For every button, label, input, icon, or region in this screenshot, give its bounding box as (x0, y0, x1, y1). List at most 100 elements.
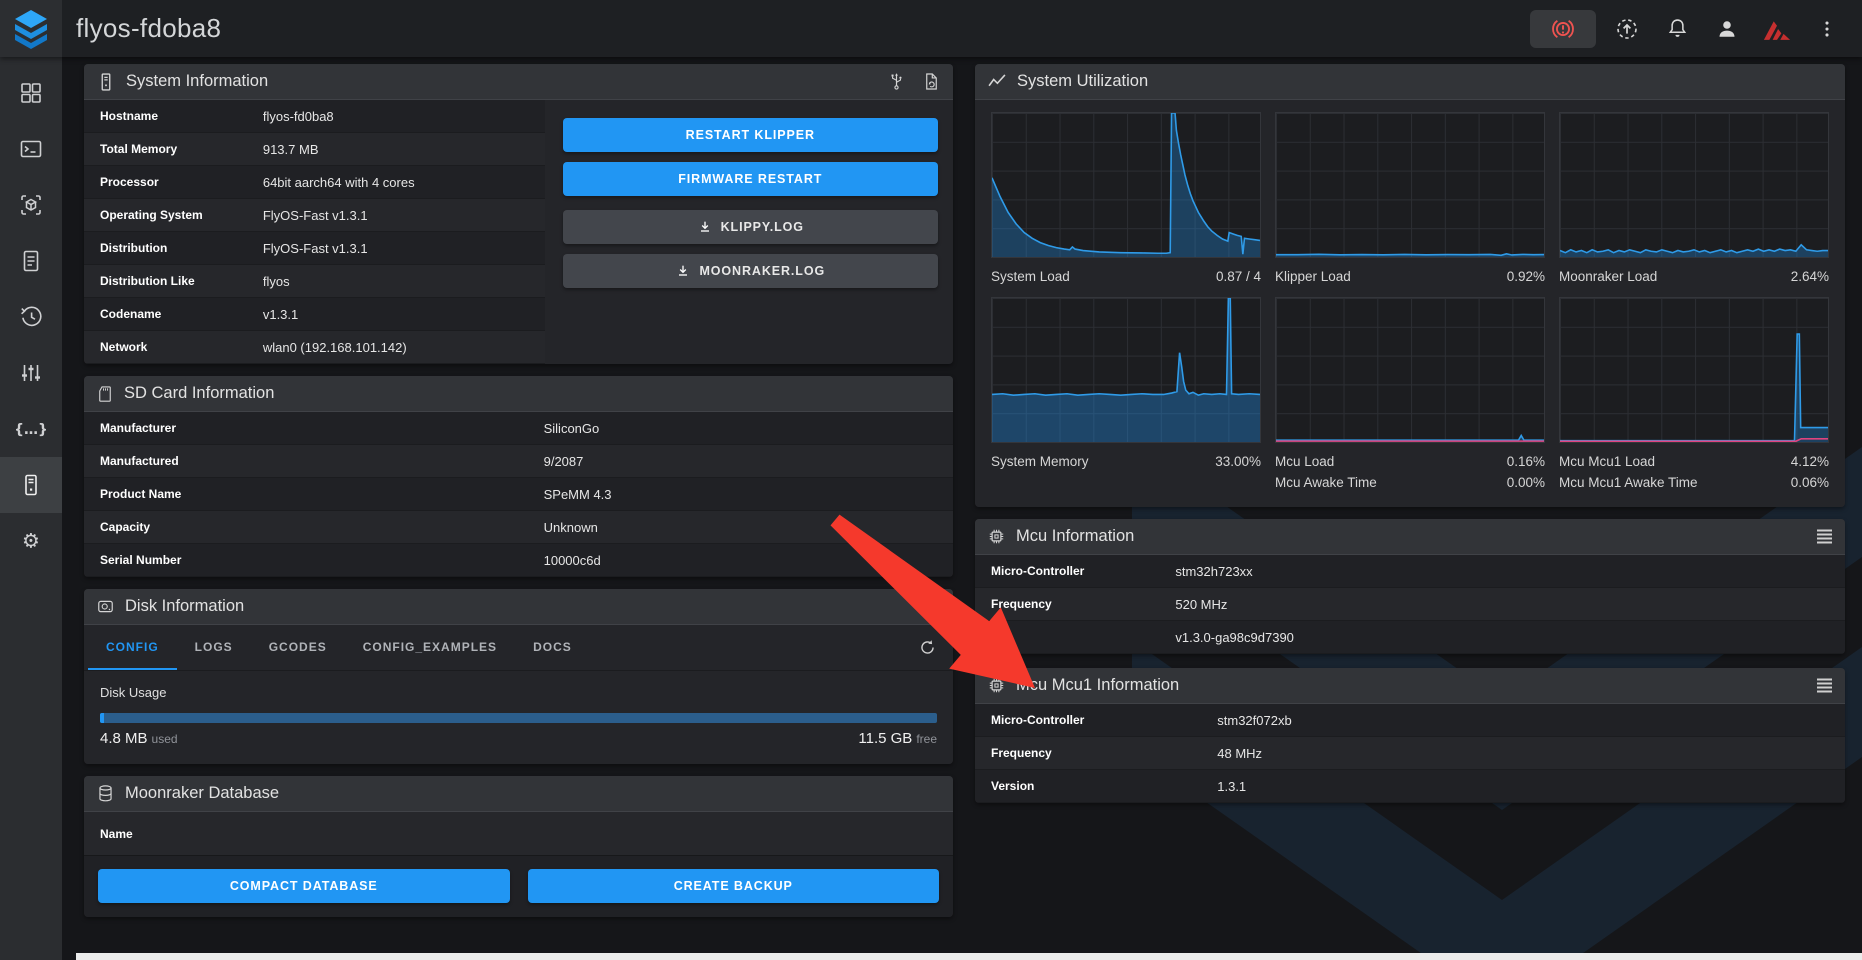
fly-logo[interactable] (0, 0, 62, 57)
table-row: Codenamev1.3.1 (84, 298, 545, 331)
console-icon (19, 137, 43, 161)
table-row: Micro-Controllerstm32h723xx (975, 555, 1845, 588)
disk-usage-values: 4.8 MBused 11.5 GBfree (100, 730, 937, 748)
topbar-actions (1530, 10, 1862, 48)
firmware-restart-button[interactable]: FIRMWARE RESTART (563, 162, 938, 196)
mcu-information-table: Micro-Controllerstm32h723xx Frequency520… (975, 555, 1845, 654)
system-information-body: Hostnameflyos-fd0ba8 Total Memory913.7 M… (84, 100, 953, 364)
refresh-button[interactable] (909, 630, 945, 666)
chart-mcu: Mcu Load0.16% Mcu Awake Time0.00% (1275, 297, 1545, 493)
sidebar-item-config-editor[interactable]: {…} (0, 401, 62, 457)
tab-config-examples[interactable]: CONFIG_EXAMPLES (345, 625, 515, 670)
sidebar-item-machine[interactable] (0, 457, 62, 513)
chart-mcu-mcu1: Mcu Mcu1 Load4.12% Mcu Mcu1 Awake Time0.… (1559, 297, 1829, 493)
chart-klipper-load: Klipper Load0.92% (1275, 112, 1545, 287)
sidebar-item-tune[interactable] (0, 345, 62, 401)
moonraker-log-button[interactable]: MOONRAKER.LOG (563, 254, 938, 288)
restart-klipper-button[interactable]: RESTART KLIPPER (563, 118, 938, 152)
system-information-header: System Information (84, 64, 953, 100)
disk-used-value: 4.8 MB (100, 730, 148, 747)
chart-system-memory: System Memory33.00% (991, 297, 1261, 493)
table-row: Manufactured9/2087 (84, 445, 953, 478)
system-information-actions: RESTART KLIPPER FIRMWARE RESTART KLIPPY.… (545, 100, 953, 364)
update-icon[interactable] (1608, 10, 1646, 48)
system-utilization-header: System Utilization (975, 64, 1845, 100)
menu-icon[interactable] (1816, 529, 1833, 544)
server-icon (96, 72, 116, 92)
file-refresh-icon[interactable] (922, 72, 941, 91)
klippy-log-button[interactable]: KLIPPY.LOG (563, 210, 938, 244)
panel-system-utilization: System Utilization System Load0.87 / 4 K… (975, 64, 1845, 507)
mcu-load-chart (1275, 297, 1545, 443)
account-icon[interactable] (1708, 10, 1746, 48)
sidebar-item-settings[interactable]: ⚙ (0, 513, 62, 569)
usb-icon[interactable] (887, 72, 906, 91)
page-title: flyos-fdoba8 (76, 13, 221, 44)
moonraker-table-header: Name (84, 812, 953, 856)
table-row: Product NameSPeMM 4.3 (84, 478, 953, 511)
tab-gcodes[interactable]: GCODES (251, 625, 345, 670)
compact-database-button[interactable]: COMPACT DATABASE (98, 869, 510, 903)
chart-line-icon (987, 72, 1007, 92)
tune-sliders-icon (19, 361, 43, 385)
sd-card-header: SD Card Information (84, 376, 953, 412)
notifications-bell-icon[interactable] (1658, 10, 1696, 48)
panel-title: System Utilization (1017, 72, 1833, 91)
sidebar-item-dashboard[interactable] (0, 65, 62, 121)
mcu-information-header: Mcu Information (975, 519, 1845, 555)
emergency-stop-button[interactable] (1530, 10, 1596, 48)
chip-icon (987, 527, 1006, 546)
history-clock-icon (19, 305, 43, 329)
table-row: Frequency48 MHz (975, 737, 1845, 770)
panel-disk-information: Disk Information CONFIG LOGS GCODES CONF… (84, 589, 953, 764)
sidebar-item-files[interactable] (0, 233, 62, 289)
download-icon (697, 219, 713, 235)
brake-alert-icon (1550, 16, 1576, 42)
disk-used-suffix: used (152, 732, 178, 746)
sd-card-icon (96, 385, 114, 403)
svg-text:{…}: {…} (16, 422, 46, 438)
table-row: Networkwlan0 (192.168.101.142) (84, 331, 545, 364)
panel-title: Mcu Mcu1 Information (1016, 676, 1806, 695)
kebab-menu-icon[interactable] (1808, 10, 1846, 48)
panel-title: Moonraker Database (125, 784, 941, 803)
panel-title: Mcu Information (1016, 527, 1806, 546)
panel-mcu-mcu1-information: Mcu Mcu1 Information Micro-Controllerstm… (975, 668, 1845, 803)
table-row: Processor64bit aarch64 with 4 cores (84, 166, 545, 199)
table-row: Frequency520 MHz (975, 588, 1845, 621)
brand-logo-icon[interactable] (1758, 10, 1796, 48)
panel-title: SD Card Information (124, 384, 941, 403)
tab-logs[interactable]: LOGS (177, 625, 251, 670)
mcu-mcu1-information-table: Micro-Controllerstm32f072xb Frequency48 … (975, 704, 1845, 803)
disk-information-header: Disk Information (84, 589, 953, 625)
sidebar-item-console[interactable] (0, 121, 62, 177)
panel-mcu-information: Mcu Information Micro-Controllerstm32h72… (975, 519, 1845, 654)
panel-title: Disk Information (125, 597, 941, 616)
cube-scan-icon (19, 193, 43, 217)
sidebar-item-history[interactable] (0, 289, 62, 345)
left-column: System Information (84, 64, 953, 960)
system-information-table: Hostnameflyos-fd0ba8 Total Memory913.7 M… (84, 100, 545, 364)
disk-tabs: CONFIG LOGS GCODES CONFIG_EXAMPLES DOCS (84, 625, 953, 671)
table-row: v1.3.0-ga98c9d7390 (975, 621, 1845, 654)
klipper-load-chart (1275, 112, 1545, 258)
table-row: Total Memory913.7 MB (84, 133, 545, 166)
create-backup-button[interactable]: CREATE BACKUP (528, 869, 940, 903)
table-row: DistributionFlyOS-Fast v1.3.1 (84, 232, 545, 265)
system-memory-chart (991, 297, 1261, 443)
name-column-header: Name (100, 827, 133, 841)
moonraker-database-header: Moonraker Database (84, 776, 953, 812)
database-icon (96, 784, 115, 803)
disk-usage-section: Disk Usage 4.8 MBused 11.5 GBfree (84, 671, 953, 764)
menu-icon[interactable] (1816, 678, 1833, 693)
tab-config[interactable]: CONFIG (88, 625, 177, 670)
sd-card-table: ManufacturerSiliconGo Manufactured9/2087… (84, 412, 953, 577)
svg-text:⚙: ⚙ (22, 529, 40, 553)
harddisk-icon (96, 597, 115, 616)
tab-docs[interactable]: DOCS (515, 625, 590, 670)
dashboard-icon (19, 81, 43, 105)
panel-sd-card: SD Card Information ManufacturerSiliconG… (84, 376, 953, 577)
sidebar-item-gcode-preview[interactable] (0, 177, 62, 233)
file-document-icon (19, 249, 43, 273)
mcu-mcu1-load-chart (1559, 297, 1829, 443)
